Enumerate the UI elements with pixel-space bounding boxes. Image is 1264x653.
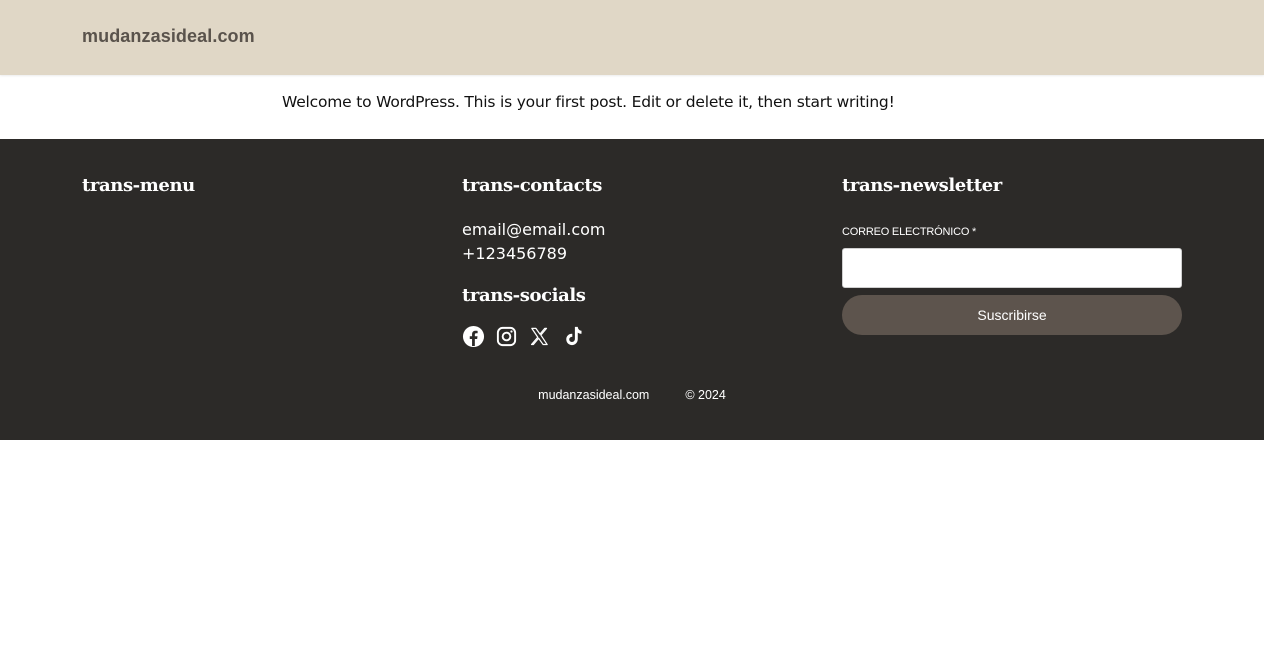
footer-copyright: © 2024 bbox=[685, 388, 726, 402]
newsletter-email-label: CORREO ELECTRÓNICO * bbox=[842, 226, 977, 238]
footer-bottom: mudanzasideal.com © 2024 bbox=[0, 388, 1264, 402]
facebook-icon bbox=[462, 325, 485, 348]
post-content: Welcome to WordPress. This is your first… bbox=[282, 92, 895, 111]
instagram-link[interactable] bbox=[495, 325, 518, 348]
site-header: mudanzasideal.com bbox=[0, 0, 1264, 75]
contact-phone: +123456789 bbox=[462, 244, 568, 263]
menu-title: trans-menu bbox=[82, 175, 195, 196]
x-icon bbox=[530, 327, 548, 346]
tiktok-link[interactable] bbox=[561, 325, 584, 348]
newsletter-email-input[interactable] bbox=[842, 248, 1182, 288]
site-footer: trans-menu trans-contacts email@email.co… bbox=[0, 139, 1264, 440]
contact-email: email@email.com bbox=[462, 220, 606, 239]
socials-title: trans-socials bbox=[462, 285, 586, 306]
instagram-icon bbox=[496, 326, 517, 347]
tiktok-icon bbox=[566, 326, 582, 346]
x-link[interactable] bbox=[528, 325, 551, 348]
newsletter-title: trans-newsletter bbox=[842, 175, 1002, 196]
social-links bbox=[462, 325, 584, 348]
footer-site-name: mudanzasideal.com bbox=[538, 388, 650, 402]
site-title-link[interactable]: mudanzasideal.com bbox=[82, 26, 255, 47]
contacts-title: trans-contacts bbox=[462, 175, 602, 196]
subscribe-button[interactable]: Suscribirse bbox=[842, 295, 1182, 335]
facebook-link[interactable] bbox=[462, 325, 485, 348]
